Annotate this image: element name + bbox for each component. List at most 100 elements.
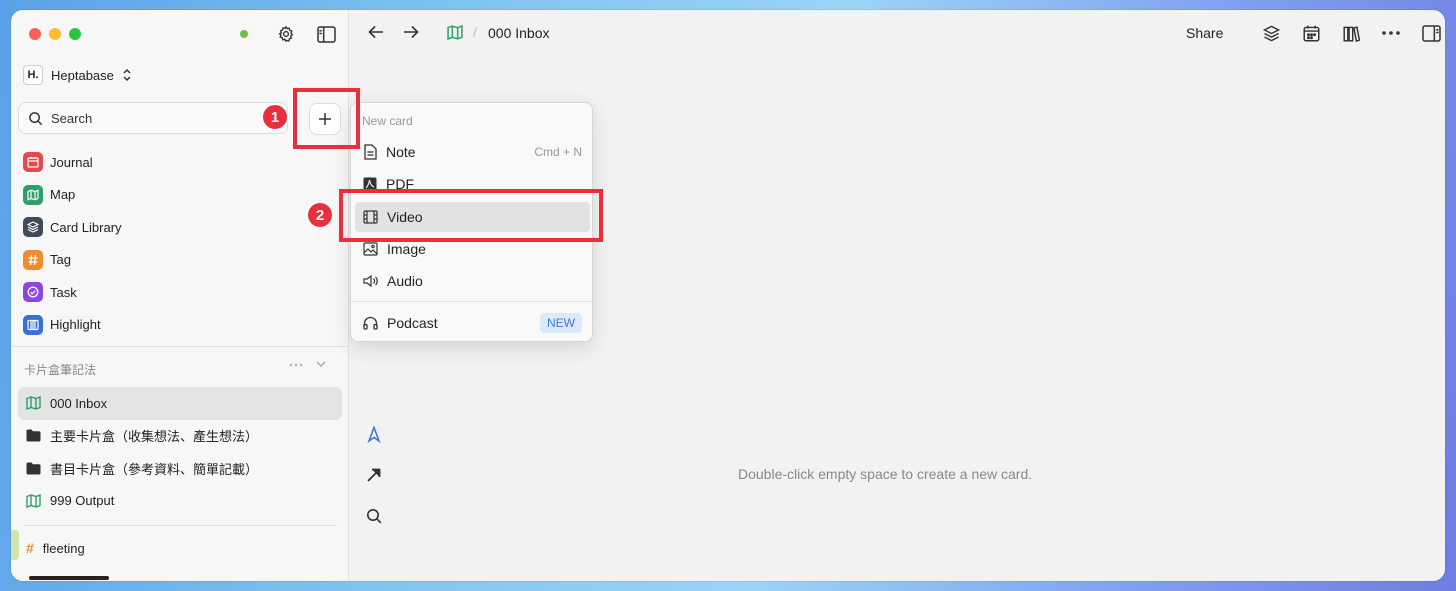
tree-item-bibliography-card-box[interactable]: 書目卡片盒（參考資料、簡單記載） [18, 452, 342, 485]
menu-item-shortcut: Cmd + N [534, 145, 582, 159]
map-icon [26, 493, 41, 508]
menu-title: New card [362, 114, 413, 128]
gear-icon [278, 25, 294, 43]
menu-item-audio[interactable]: Audio [355, 266, 590, 296]
search-label: Search [51, 110, 93, 126]
page-title: 000 Inbox [488, 25, 550, 41]
sidebar-item-label: Task [50, 284, 77, 300]
sidebar-item-highlight[interactable]: Highlight [23, 309, 122, 342]
menu-item-note[interactable]: Note Cmd + N [355, 137, 590, 167]
sync-status-indicator [240, 30, 248, 38]
tree-item-999-output[interactable]: 999 Output [18, 485, 342, 518]
empty-canvas-message: Double-click empty space to create a new… [738, 466, 1033, 482]
chevron-up-down-icon [123, 68, 131, 82]
sidebar-item-tag[interactable]: Tag [23, 244, 122, 277]
highlight-icon [23, 314, 43, 335]
arrow-tool[interactable] [364, 465, 384, 485]
map-icon [23, 184, 43, 205]
chevron-down-icon[interactable] [315, 358, 327, 370]
back-button[interactable] [366, 22, 386, 42]
tag-label: fleeting [42, 540, 85, 556]
cursor-icon [367, 425, 381, 443]
sidebar-item-label: Map [50, 187, 76, 203]
books-icon [1342, 25, 1360, 42]
search-icon [29, 111, 43, 125]
menu-item-podcast[interactable]: Podcast NEW [355, 308, 590, 338]
arrow-right-icon [404, 25, 419, 39]
folder-icon [26, 462, 41, 475]
sidebar-item-task[interactable]: Task [23, 276, 122, 309]
tree-item-label: 主要卡片盒（收集想法、產生想法） [50, 429, 259, 445]
calendar-icon [23, 152, 43, 173]
toolbar: / 000 Inbox Share [350, 10, 1445, 56]
menu-item-label: Audio [387, 273, 423, 289]
menu-divider [351, 301, 592, 302]
menu-item-label: Image [387, 241, 426, 257]
new-badge: NEW [540, 313, 582, 333]
breadcrumb-map[interactable] [445, 22, 465, 42]
search-input[interactable]: Search [18, 102, 288, 134]
menu-item-label: Podcast [387, 315, 438, 331]
window-edge-decoration [11, 530, 19, 560]
sidebar-item-label: Highlight [50, 317, 101, 333]
sidebar-item-map[interactable]: Map [23, 179, 122, 212]
more-icon[interactable] [289, 358, 303, 372]
tree-item-000-inbox[interactable]: 000 Inbox [18, 387, 342, 420]
sidebar-icon [316, 25, 336, 43]
tree-item-main-card-box[interactable]: 主要卡片盒（收集想法、產生想法） [18, 420, 342, 453]
headphones-icon [363, 316, 378, 330]
canvas-search-tool[interactable] [364, 506, 384, 526]
sidebar-item-label: Tag [50, 252, 71, 268]
arrow-diagonal-icon [367, 468, 381, 482]
tree-item-label: 999 Output [50, 493, 115, 509]
note-icon [364, 144, 377, 160]
sidebar-item-label: Card Library [50, 219, 122, 235]
sidebar-item-journal[interactable]: Journal [23, 146, 122, 179]
tree-item-label: 000 Inbox [50, 395, 108, 411]
layers-icon [1262, 25, 1280, 41]
map-icon [447, 24, 463, 40]
layers-icon [23, 217, 43, 238]
menu-item-label: Note [386, 144, 416, 160]
tree-list: 000 Inbox 主要卡片盒（收集想法、產生想法） 書目卡片盒（參考資料、簡單… [18, 387, 342, 517]
sidebar-item-label: Journal [50, 154, 93, 170]
toggle-sidebar-button[interactable] [315, 23, 337, 45]
divider [11, 346, 349, 347]
annotation-box-1 [293, 88, 360, 149]
workspace-logo: H. [23, 65, 43, 85]
forward-button[interactable] [401, 22, 421, 42]
divider [23, 525, 337, 526]
speaker-icon [363, 274, 378, 288]
app-window: H. Heptabase Search Journal Map Card Lib… [11, 10, 1445, 581]
card-library-button[interactable] [1260, 22, 1282, 44]
hash-icon [23, 249, 43, 270]
journal-button[interactable] [1300, 22, 1322, 44]
bottom-edge-decoration [29, 576, 109, 580]
select-tool[interactable] [364, 424, 384, 444]
check-circle-icon [23, 282, 43, 303]
right-panel-icon [1421, 24, 1441, 42]
section-controls [289, 358, 327, 372]
map-icon [26, 396, 41, 411]
toggle-right-panel-button[interactable] [1420, 22, 1442, 44]
workspace-switcher[interactable]: H. Heptabase [23, 65, 132, 85]
breadcrumb-separator: / [473, 24, 477, 40]
workspace-name: Heptabase [51, 67, 114, 83]
folder-icon [26, 429, 41, 442]
annotation-number-1: 1 [263, 105, 287, 129]
more-options-button[interactable] [1380, 22, 1402, 44]
highlight-button[interactable] [1340, 22, 1362, 44]
search-icon [367, 509, 382, 524]
settings-button[interactable] [275, 23, 297, 45]
sidebar-item-card-library[interactable]: Card Library [23, 211, 122, 244]
calendar-icon [1302, 25, 1320, 42]
minimize-window-button[interactable] [49, 28, 61, 40]
section-title: 卡片盒筆記法 [24, 363, 97, 377]
tree-item-label: 書目卡片盒（參考資料、簡單記載） [50, 461, 259, 477]
annotation-box-2 [339, 189, 603, 242]
sidebar-nav: Journal Map Card Library Tag Task Highli… [23, 146, 122, 341]
tag-item-fleeting[interactable]: # fleeting [26, 540, 85, 556]
close-window-button[interactable] [29, 28, 41, 40]
share-button[interactable]: Share [1186, 25, 1223, 41]
zoom-window-button[interactable] [69, 28, 81, 40]
